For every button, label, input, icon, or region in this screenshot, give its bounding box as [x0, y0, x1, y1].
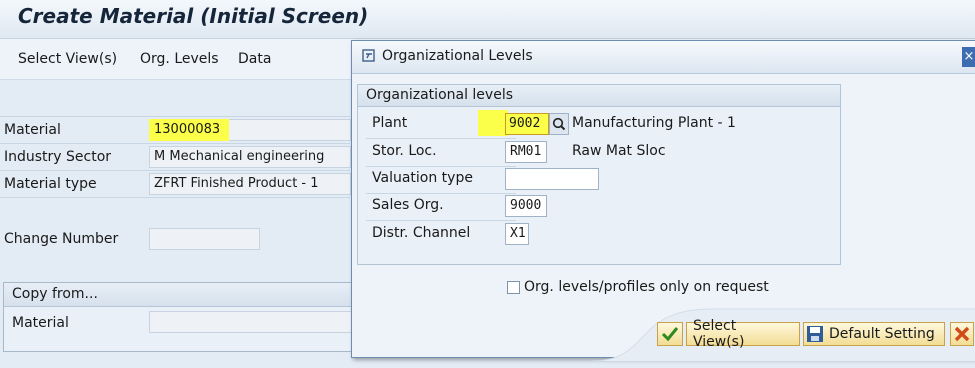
confirm-button[interactable]	[657, 322, 683, 346]
page-title: Create Material (Initial Screen)	[18, 4, 369, 28]
sales-org-label: Sales Org.	[372, 197, 444, 213]
stor-loc-description: Raw Mat Sloc	[572, 143, 666, 159]
select-views-button[interactable]: Select View(s)	[686, 318, 800, 350]
valuation-type-label: Valuation type	[372, 170, 473, 186]
distr-channel-label: Distr. Channel	[372, 225, 471, 241]
menu-select-views[interactable]: Select View(s)	[18, 51, 117, 67]
industry-sector-field[interactable]: M Mechanical engineering	[149, 146, 351, 168]
cancel-icon	[954, 326, 970, 342]
change-number-label: Change Number	[4, 231, 119, 247]
dialog-window-icon	[362, 49, 375, 62]
default-setting-button-label: Default Setting	[829, 326, 935, 342]
copy-from-material-input[interactable]	[149, 311, 355, 333]
plant-input[interactable]: 9002	[505, 113, 549, 135]
distr-channel-input[interactable]: X1	[505, 223, 529, 245]
stor-loc-input[interactable]: RM01	[505, 141, 547, 163]
sales-org-row: Sales Org. 9000	[366, 194, 836, 219]
org-levels-checkbox[interactable]	[507, 281, 520, 294]
row-divider	[366, 220, 516, 221]
material-type-label: Material type	[4, 176, 97, 192]
row-divider	[0, 143, 350, 144]
menu-data[interactable]: Data	[238, 51, 271, 67]
plant-description: Manufacturing Plant - 1	[572, 115, 736, 131]
select-views-button-label: Select View(s)	[693, 318, 745, 350]
checkmark-icon	[661, 327, 679, 342]
stor-loc-row: Stor. Loc. RM01 Raw Mat Sloc	[366, 140, 836, 165]
distr-channel-row: Distr. Channel X1	[366, 222, 836, 247]
default-setting-button[interactable]: Default Setting	[803, 322, 945, 346]
material-label: Material	[4, 122, 61, 138]
valuation-type-row: Valuation type	[366, 167, 836, 192]
close-icon[interactable]: ×	[962, 47, 975, 67]
org-levels-group: Organizational levels Plant 9002 Manufac…	[357, 84, 841, 265]
dialog-title: Organizational Levels	[382, 48, 533, 64]
org-levels-group-title: Organizational levels	[358, 85, 840, 107]
title-bar: Create Material (Initial Screen)	[0, 0, 975, 39]
material-input-ext[interactable]	[229, 119, 351, 141]
row-divider	[366, 138, 516, 139]
valuation-type-input[interactable]	[505, 168, 599, 190]
copy-from-group: Copy from... Material	[3, 282, 355, 352]
sales-org-input[interactable]: 9000	[505, 195, 547, 217]
plant-label: Plant	[372, 115, 408, 131]
change-number-input[interactable]	[149, 228, 260, 250]
plant-highlight	[478, 110, 508, 136]
menu-org-levels[interactable]: Org. Levels	[140, 51, 219, 67]
material-type-field[interactable]: ZFRT Finished Product - 1	[149, 173, 351, 195]
row-divider	[0, 170, 350, 171]
copy-from-material-label: Material	[12, 315, 69, 331]
save-icon	[807, 326, 823, 342]
dialog-titlebar: Organizational Levels ×	[352, 41, 975, 74]
org-levels-checkbox-label: Org. levels/profiles only on request	[524, 279, 769, 295]
copy-from-title: Copy from...	[4, 283, 354, 307]
material-input[interactable]: 13000083	[149, 119, 229, 141]
plant-row: Plant 9002 Manufacturing Plant - 1	[366, 110, 836, 137]
cancel-button[interactable]	[950, 322, 974, 346]
row-divider	[0, 197, 350, 198]
row-divider	[0, 116, 350, 117]
search-icon[interactable]	[549, 113, 569, 135]
industry-sector-label: Industry Sector	[4, 149, 112, 165]
org-levels-dialog: Organizational Levels × Organizational l…	[351, 40, 975, 361]
stor-loc-label: Stor. Loc.	[372, 143, 437, 159]
